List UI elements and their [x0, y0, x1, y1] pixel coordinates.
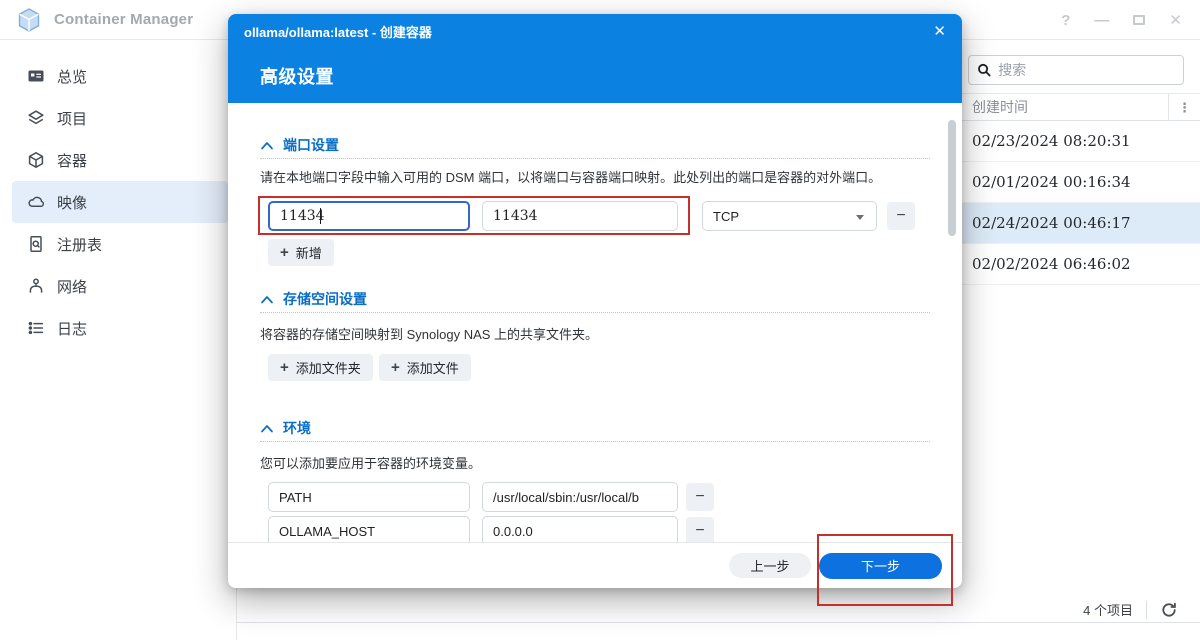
dialog-footer: 上一步 下一步: [228, 542, 962, 588]
sidebar-item-label: 映像: [57, 194, 88, 212]
close-window-icon[interactable]: ✕: [1169, 13, 1182, 28]
section-divider: [260, 441, 930, 442]
dialog-subheader: 高级设置: [228, 48, 962, 103]
add-file-button[interactable]: + 添加文件: [379, 354, 471, 381]
container-manager-logo-icon: [16, 7, 42, 38]
add-port-label: 新增: [295, 246, 322, 261]
previous-step-button[interactable]: 上一步: [729, 553, 811, 578]
section-header-storage[interactable]: 存储空间设置: [260, 289, 367, 309]
created-time-cell: 02/02/2024 06:46:02: [972, 255, 1131, 273]
app-title: Container Manager: [54, 11, 194, 28]
create-container-dialog: ollama/ollama:latest - 创建容器 ✕ 高级设置 端口设置 …: [228, 14, 962, 588]
section-divider: [260, 158, 930, 159]
dialog-titlebar: ollama/ollama:latest - 创建容器 ✕: [228, 14, 962, 48]
storage-description: 将容器的存储空间映射到 Synology NAS 上的共享文件夹。: [260, 327, 599, 342]
remove-env-button[interactable]: −: [686, 483, 714, 511]
remove-port-button[interactable]: −: [887, 202, 915, 230]
sidebar-item-project[interactable]: 项目: [12, 97, 228, 139]
maximize-icon[interactable]: [1133, 13, 1146, 28]
container-icon: [28, 152, 44, 168]
image-icon: [28, 196, 45, 208]
window-controls: ? — ✕: [1061, 0, 1182, 40]
container-port-input[interactable]: [482, 201, 678, 231]
sidebar-item-registry[interactable]: 注册表: [12, 223, 228, 265]
env-name-input[interactable]: [268, 482, 470, 512]
search-input[interactable]: [998, 62, 1175, 78]
chevron-up-icon: [261, 141, 273, 149]
protocol-value: TCP: [713, 208, 739, 224]
log-icon: [28, 321, 44, 335]
plus-icon: +: [280, 359, 289, 376]
column-header-created-time[interactable]: 创建时间: [972, 94, 1028, 121]
sidebar-item-image[interactable]: 映像: [12, 181, 228, 223]
created-time-cell: 02/01/2024 00:16:34: [972, 173, 1131, 191]
sidebar-item-label: 网络: [57, 278, 88, 296]
section-title: 端口设置: [283, 137, 339, 153]
dialog-heading: 高级设置: [260, 66, 334, 87]
sidebar-item-overview[interactable]: 总览: [12, 55, 228, 97]
search-icon: [978, 63, 991, 77]
plus-icon: +: [391, 359, 400, 376]
minus-icon: −: [695, 522, 705, 539]
add-file-label: 添加文件: [406, 361, 459, 376]
add-folder-label: 添加文件夹: [295, 361, 361, 376]
sidebar-item-label: 总览: [57, 68, 88, 86]
sidebar-item-log[interactable]: 日志: [12, 307, 228, 349]
sidebar: 总览 项目 容器 映像 注册表 网络 日志: [0, 40, 237, 640]
remove-env-button[interactable]: −: [686, 517, 714, 545]
refresh-icon[interactable]: [1160, 601, 1178, 619]
registry-icon: [30, 236, 42, 252]
status-bar: 4 个项目: [237, 597, 1200, 623]
sidebar-item-label: 注册表: [57, 236, 103, 254]
section-title: 环境: [283, 420, 311, 436]
close-dialog-icon[interactable]: ✕: [933, 24, 946, 39]
local-port-input[interactable]: [268, 201, 470, 231]
section-header-ports[interactable]: 端口设置: [260, 135, 339, 155]
column-menu-icon[interactable]: ⋮: [1168, 94, 1200, 121]
ports-description: 请在本地端口字段中输入可用的 DSM 端口，以将端口与容器端口映射。此处列出的端…: [260, 170, 882, 185]
sidebar-item-container[interactable]: 容器: [12, 139, 228, 181]
sidebar-item-label: 日志: [57, 320, 88, 338]
next-step-button[interactable]: 下一步: [819, 552, 942, 579]
plus-icon: +: [280, 244, 289, 261]
help-icon[interactable]: ?: [1061, 13, 1070, 28]
created-time-cell: 02/23/2024 08:20:31: [972, 132, 1131, 150]
sidebar-item-network[interactable]: 网络: [12, 265, 228, 307]
text-cursor: [320, 208, 321, 224]
scrollbar-thumb[interactable]: [948, 120, 956, 236]
add-folder-button[interactable]: + 添加文件夹: [268, 354, 373, 381]
minus-icon: −: [896, 207, 906, 224]
dialog-body: 端口设置 请在本地端口字段中输入可用的 DSM 端口，以将端口与容器端口映射。此…: [228, 103, 962, 556]
minimize-icon[interactable]: —: [1094, 13, 1109, 28]
search-box: [968, 55, 1184, 85]
divider: [1146, 600, 1147, 619]
env-value-input[interactable]: [482, 482, 678, 512]
chevron-up-icon: [261, 295, 273, 303]
chevron-up-icon: [261, 424, 273, 432]
minus-icon: −: [695, 488, 705, 505]
env-description: 您可以添加要应用于容器的环境变量。: [260, 456, 482, 471]
caret-down-icon: [856, 215, 864, 220]
section-divider: [260, 312, 930, 313]
sidebar-item-label: 容器: [57, 152, 88, 170]
overview-icon: [28, 70, 44, 82]
project-icon: [28, 110, 44, 125]
item-count: 4 个项目: [1083, 603, 1133, 618]
sidebar-item-label: 项目: [57, 110, 88, 128]
dialog-title: ollama/ollama:latest - 创建容器: [244, 24, 432, 40]
add-port-button[interactable]: + 新增: [268, 239, 334, 266]
section-title: 存储空间设置: [283, 291, 367, 307]
created-time-cell: 02/24/2024 00:46:17: [972, 214, 1131, 232]
section-header-env[interactable]: 环境: [260, 418, 311, 438]
protocol-select[interactable]: TCP: [702, 201, 877, 231]
network-icon: [29, 278, 43, 293]
